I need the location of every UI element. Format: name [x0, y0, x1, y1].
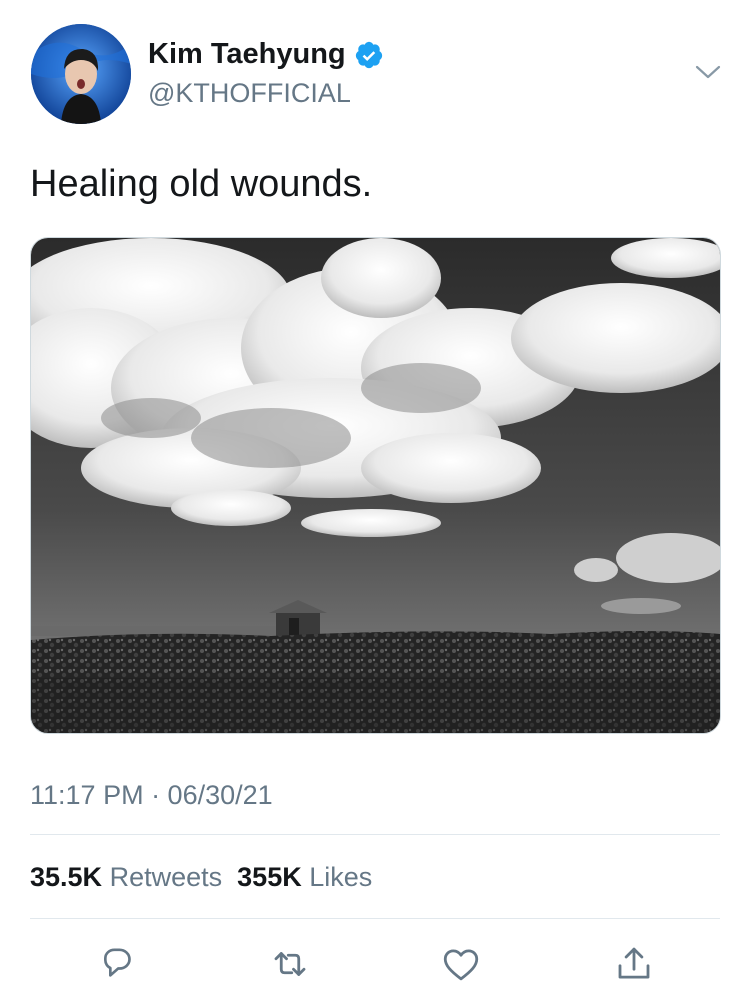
likes-stat[interactable]: 355K Likes: [237, 862, 372, 892]
share-button[interactable]: [610, 940, 658, 988]
divider: [30, 834, 720, 835]
retweets-label: Retweets: [109, 862, 223, 892]
author-handle[interactable]: @KTHOFFICIAL: [148, 78, 351, 109]
tweet-media[interactable]: [30, 237, 721, 734]
tweet-text: Healing old wounds.: [30, 163, 373, 205]
heart-icon: [443, 949, 479, 981]
avatar[interactable]: [31, 24, 131, 124]
reply-button[interactable]: [93, 940, 141, 988]
avatar-image: [31, 24, 131, 124]
retweet-button[interactable]: [266, 940, 314, 988]
retweet-icon: [274, 952, 306, 976]
likes-label: Likes: [309, 862, 373, 892]
likes-count: 355K: [237, 862, 302, 892]
retweets-count: 35.5K: [30, 862, 103, 892]
divider: [30, 918, 720, 919]
author-display-name[interactable]: Kim Taehyung: [148, 38, 346, 71]
like-button[interactable]: [437, 940, 485, 988]
author-name-row[interactable]: Kim Taehyung: [148, 38, 384, 71]
tweet-timestamp[interactable]: 11:17 PM · 06/30/21: [30, 780, 273, 811]
retweets-stat[interactable]: 35.5K Retweets: [30, 862, 222, 892]
chevron-down-icon[interactable]: [694, 62, 722, 82]
tweet-stats: 35.5K Retweets 355K Likes: [30, 862, 372, 893]
action-bar: [0, 940, 750, 988]
landscape-photo: [31, 238, 720, 733]
verified-badge-icon: [355, 41, 382, 68]
share-icon: [618, 947, 650, 979]
reply-icon: [104, 948, 131, 977]
